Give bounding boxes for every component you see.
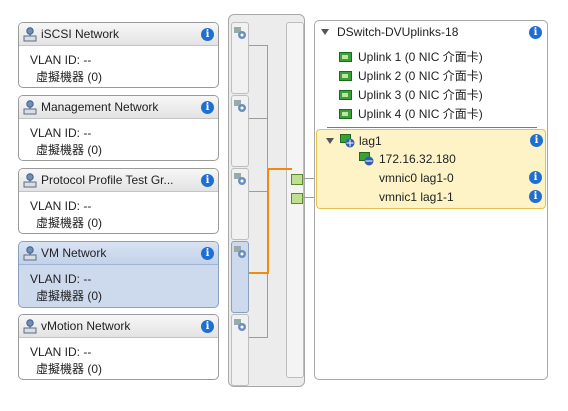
portgroup-port-icon xyxy=(234,100,246,112)
port-group-header[interactable]: iSCSI Network i xyxy=(19,23,218,46)
network-icon xyxy=(23,99,37,114)
vm-count: 虛擬機器 (0) xyxy=(36,143,103,157)
nic-card-icon xyxy=(339,70,352,81)
network-icon xyxy=(23,26,37,41)
divider xyxy=(327,127,537,128)
port-group-card[interactable]: vMotion Network i VLAN ID: -- 虛擬機器 (0) xyxy=(18,314,219,380)
host-ip: 172.16.32.180 xyxy=(379,151,456,166)
port-group-body: VLAN ID: -- 虛擬機器 (0) xyxy=(19,46,218,86)
wire xyxy=(249,191,268,192)
lag-icon xyxy=(340,133,355,147)
portgroup-port-icon xyxy=(234,246,246,258)
info-icon[interactable]: i xyxy=(201,27,214,41)
uplink-label: Uplink 2 (0 NIC 介面卡) xyxy=(358,69,483,83)
port-group-name: VM Network xyxy=(41,246,107,260)
vlan-id: VLAN ID: -- xyxy=(30,345,92,359)
info-icon[interactable]: i xyxy=(201,319,214,333)
active-wire xyxy=(249,272,269,274)
nic-card-icon xyxy=(339,51,352,62)
lag-group[interactable]: lag1 172.16.32.180 vmnic0 lag1-0 i vmnic… xyxy=(316,129,546,209)
vlan-id: VLAN ID: -- xyxy=(30,272,92,286)
nic-card-icon xyxy=(339,108,352,119)
expand-triangle-icon[interactable] xyxy=(326,137,334,144)
nic-card-icon xyxy=(339,89,352,100)
uplink-row[interactable]: Uplink 3 (0 NIC 介面卡) xyxy=(339,86,483,103)
port-group-card[interactable]: iSCSI Network i VLAN ID: -- 虛擬機器 (0) xyxy=(18,22,219,88)
port-group-card[interactable]: VM Network i VLAN ID: -- 虛擬機器 (0) xyxy=(18,241,219,308)
uplink-row[interactable]: Uplink 1 (0 NIC 介面卡) xyxy=(339,48,483,65)
info-icon[interactable]: i xyxy=(529,190,542,203)
host-icon xyxy=(359,151,374,165)
host-row[interactable]: 172.16.32.180 xyxy=(359,150,456,167)
wire xyxy=(249,45,268,46)
port-group-header[interactable]: VM Network i xyxy=(19,242,218,265)
network-icon xyxy=(23,245,37,260)
uplink-port-icon[interactable] xyxy=(291,174,303,185)
uplink-port-icon[interactable] xyxy=(291,193,303,204)
portgroup-port-icon xyxy=(234,27,246,39)
info-icon[interactable]: i xyxy=(530,134,543,147)
network-icon xyxy=(23,318,37,333)
active-wire xyxy=(267,168,269,274)
port-group-name: iSCSI Network xyxy=(41,27,120,41)
uplink-label: Uplink 3 (0 NIC 介面卡) xyxy=(358,88,483,102)
expand-triangle-icon[interactable] xyxy=(321,29,329,35)
uplink-row[interactable]: Uplink 4 (0 NIC 介面卡) xyxy=(339,105,483,122)
uplinks-title: DSwitch-DVUplinks-18 xyxy=(337,25,459,39)
port-group-body: VLAN ID: -- 虛擬機器 (0) xyxy=(19,119,218,159)
uplink-label: Uplink 1 (0 NIC 介面卡) xyxy=(358,50,483,64)
port-group-body: VLAN ID: -- 虛擬機器 (0) xyxy=(19,192,218,232)
portgroup-port-icon xyxy=(234,319,246,331)
info-icon[interactable]: i xyxy=(529,171,542,184)
vmnic-row[interactable]: vmnic0 lag1-0 i xyxy=(379,169,568,186)
wire xyxy=(249,337,268,338)
vlan-id: VLAN ID: -- xyxy=(30,199,92,213)
uplinks-header[interactable]: DSwitch-DVUplinks-18 i xyxy=(315,21,547,43)
port-group-card[interactable]: Management Network i VLAN ID: -- 虛擬機器 (0) xyxy=(18,95,219,161)
lag-header[interactable]: lag1 xyxy=(326,132,382,149)
wire xyxy=(249,118,268,119)
vmnic-label: vmnic1 lag1-1 xyxy=(379,189,454,204)
info-icon[interactable]: i xyxy=(201,100,214,114)
port-group-header[interactable]: vMotion Network i xyxy=(19,315,218,338)
info-icon[interactable]: i xyxy=(201,173,214,187)
vm-count: 虛擬機器 (0) xyxy=(36,216,103,230)
network-icon xyxy=(23,172,37,187)
active-wire xyxy=(267,168,292,170)
uplink-label: Uplink 4 (0 NIC 介面卡) xyxy=(358,107,483,121)
vm-count: 虛擬機器 (0) xyxy=(36,70,103,84)
port-group-header[interactable]: Protocol Profile Test Gr... i xyxy=(19,169,218,192)
lag-name: lag1 xyxy=(359,133,382,148)
info-icon[interactable]: i xyxy=(201,246,214,260)
uplink-row[interactable]: Uplink 2 (0 NIC 介面卡) xyxy=(339,67,483,84)
vlan-id: VLAN ID: -- xyxy=(30,53,92,67)
port-group-name: vMotion Network xyxy=(41,319,131,333)
vm-count: 虛擬機器 (0) xyxy=(36,289,103,303)
portgroup-port-icon xyxy=(234,173,246,185)
port-group-body: VLAN ID: -- 虛擬機器 (0) xyxy=(19,338,218,378)
port-group-header[interactable]: Management Network i xyxy=(19,96,218,119)
port-group-card[interactable]: Protocol Profile Test Gr... i VLAN ID: -- 虛… xyxy=(18,168,219,234)
vmnic-label: vmnic0 lag1-0 xyxy=(379,170,454,185)
port-group-name: Protocol Profile Test Gr... xyxy=(41,173,174,187)
vmnic-row[interactable]: vmnic1 lag1-1 i xyxy=(379,188,568,205)
info-icon[interactable]: i xyxy=(529,25,542,39)
port-group-name: Management Network xyxy=(41,100,159,114)
port-group-body: VLAN ID: -- 虛擬機器 (0) xyxy=(19,265,218,305)
vm-count: 虛擬機器 (0) xyxy=(36,362,103,376)
vlan-id: VLAN ID: -- xyxy=(30,126,92,140)
